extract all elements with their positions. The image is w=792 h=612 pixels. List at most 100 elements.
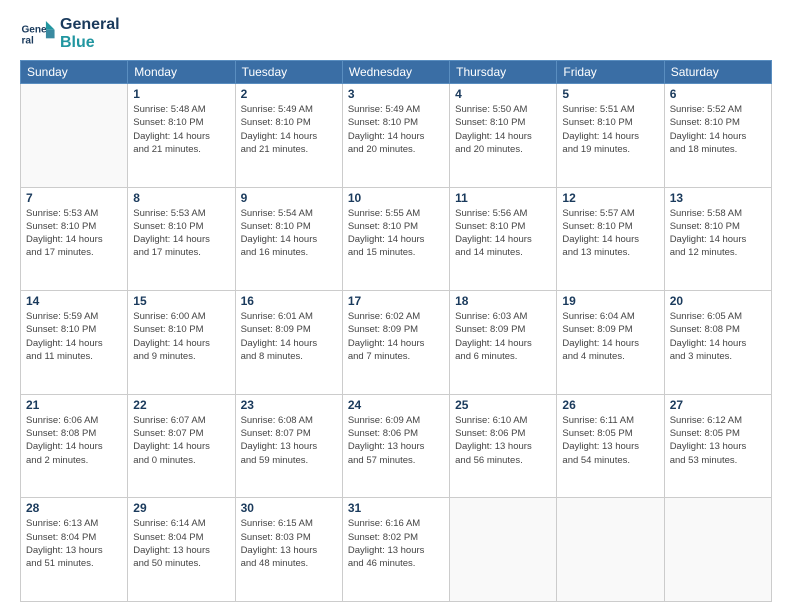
day-number: 10 [348,191,444,205]
calendar-cell: 30 Sunrise: 6:15 AM Sunset: 8:03 PM Dayli… [235,498,342,602]
day-info: Sunrise: 5:53 AM Sunset: 8:10 PM Dayligh… [133,207,229,260]
weekday-header: Tuesday [235,61,342,84]
calendar-cell: 20 Sunrise: 6:05 AM Sunset: 8:08 PM Dayli… [664,291,771,395]
day-info: Sunrise: 5:49 AM Sunset: 8:10 PM Dayligh… [241,103,337,156]
weekday-header: Sunday [21,61,128,84]
day-number: 12 [562,191,658,205]
calendar-cell: 24 Sunrise: 6:09 AM Sunset: 8:06 PM Dayli… [342,394,449,498]
calendar-cell: 27 Sunrise: 6:12 AM Sunset: 8:05 PM Dayli… [664,394,771,498]
day-number: 27 [670,398,766,412]
calendar-cell: 15Sunrise: 6:00 AM Sunset: 8:10 PM Dayli… [128,291,235,395]
calendar-cell: 14 Sunrise: 5:59 AM Sunset: 8:10 PM Dayli… [21,291,128,395]
day-number: 17 [348,294,444,308]
calendar-week-row: 28 Sunrise: 6:13 AM Sunset: 8:04 PM Dayli… [21,498,772,602]
day-number: 20 [670,294,766,308]
day-info: Sunrise: 6:15 AM Sunset: 8:03 PM Dayligh… [241,517,337,570]
calendar-cell [557,498,664,602]
day-number: 3 [348,87,444,101]
calendar-cell: 2 Sunrise: 5:49 AM Sunset: 8:10 PM Daylig… [235,84,342,188]
calendar-cell: 4 Sunrise: 5:50 AM Sunset: 8:10 PM Daylig… [450,84,557,188]
day-number: 24 [348,398,444,412]
day-number: 26 [562,398,658,412]
day-number: 18 [455,294,551,308]
day-number: 2 [241,87,337,101]
day-info: Sunrise: 6:07 AM Sunset: 8:07 PM Dayligh… [133,414,229,467]
calendar-cell: 23Sunrise: 6:08 AM Sunset: 8:07 PM Dayli… [235,394,342,498]
day-info: Sunrise: 5:49 AM Sunset: 8:10 PM Dayligh… [348,103,444,156]
day-number: 16 [241,294,337,308]
day-info: Sunrise: 5:57 AM Sunset: 8:10 PM Dayligh… [562,207,658,260]
day-info: Sunrise: 6:04 AM Sunset: 8:09 PM Dayligh… [562,310,658,363]
svg-text:ral: ral [21,35,34,46]
calendar-cell: 8 Sunrise: 5:53 AM Sunset: 8:10 PM Daylig… [128,187,235,291]
day-info: Sunrise: 6:16 AM Sunset: 8:02 PM Dayligh… [348,517,444,570]
calendar-cell: 11 Sunrise: 5:56 AM Sunset: 8:10 PM Dayli… [450,187,557,291]
calendar-table: SundayMondayTuesdayWednesdayThursdayFrid… [20,60,772,602]
day-info: Sunrise: 5:54 AM Sunset: 8:10 PM Dayligh… [241,207,337,260]
day-number: 22 [133,398,229,412]
weekday-header: Friday [557,61,664,84]
weekday-header: Saturday [664,61,771,84]
day-info: Sunrise: 6:12 AM Sunset: 8:05 PM Dayligh… [670,414,766,467]
calendar-cell: 1Sunrise: 5:48 AM Sunset: 8:10 PM Daylig… [128,84,235,188]
day-info: Sunrise: 5:52 AM Sunset: 8:10 PM Dayligh… [670,103,766,156]
calendar-header-row: SundayMondayTuesdayWednesdayThursdayFrid… [21,61,772,84]
day-info: Sunrise: 6:02 AM Sunset: 8:09 PM Dayligh… [348,310,444,363]
day-number: 21 [26,398,122,412]
header: Gene ral General Blue [20,16,772,52]
weekday-header: Thursday [450,61,557,84]
day-info: Sunrise: 5:50 AM Sunset: 8:10 PM Dayligh… [455,103,551,156]
calendar-cell: 13 Sunrise: 5:58 AM Sunset: 8:10 PM Dayli… [664,187,771,291]
day-info: Sunrise: 5:59 AM Sunset: 8:10 PM Dayligh… [26,310,122,363]
svg-text:Gene: Gene [21,25,47,36]
day-number: 11 [455,191,551,205]
day-info: Sunrise: 6:14 AM Sunset: 8:04 PM Dayligh… [133,517,229,570]
calendar-cell: 9 Sunrise: 5:54 AM Sunset: 8:10 PM Daylig… [235,187,342,291]
logo: Gene ral General Blue [20,16,120,52]
day-info: Sunrise: 6:05 AM Sunset: 8:08 PM Dayligh… [670,310,766,363]
day-info: Sunrise: 5:51 AM Sunset: 8:10 PM Dayligh… [562,103,658,156]
day-number: 14 [26,294,122,308]
calendar-cell: 18Sunrise: 6:03 AM Sunset: 8:09 PM Dayli… [450,291,557,395]
day-number: 28 [26,501,122,515]
day-number: 9 [241,191,337,205]
page: Gene ral General Blue SundayMondayTuesda… [0,0,792,612]
day-info: Sunrise: 6:01 AM Sunset: 8:09 PM Dayligh… [241,310,337,363]
calendar-week-row: 21 Sunrise: 6:06 AM Sunset: 8:08 PM Dayli… [21,394,772,498]
day-number: 30 [241,501,337,515]
calendar-cell: 28 Sunrise: 6:13 AM Sunset: 8:04 PM Dayli… [21,498,128,602]
day-number: 13 [670,191,766,205]
calendar-cell: 29 Sunrise: 6:14 AM Sunset: 8:04 PM Dayli… [128,498,235,602]
calendar-cell: 6 Sunrise: 5:52 AM Sunset: 8:10 PM Daylig… [664,84,771,188]
calendar-cell: 22 Sunrise: 6:07 AM Sunset: 8:07 PM Dayli… [128,394,235,498]
logo-wordmark: General Blue [60,16,120,51]
day-number: 4 [455,87,551,101]
day-info: Sunrise: 6:13 AM Sunset: 8:04 PM Dayligh… [26,517,122,570]
calendar-cell: 19 Sunrise: 6:04 AM Sunset: 8:09 PM Dayli… [557,291,664,395]
calendar-cell: 7Sunrise: 5:53 AM Sunset: 8:10 PM Daylig… [21,187,128,291]
weekday-header: Monday [128,61,235,84]
day-number: 8 [133,191,229,205]
day-number: 6 [670,87,766,101]
calendar-cell: 5 Sunrise: 5:51 AM Sunset: 8:10 PM Daylig… [557,84,664,188]
calendar-cell: 31 Sunrise: 6:16 AM Sunset: 8:02 PM Dayli… [342,498,449,602]
calendar-cell [21,84,128,188]
calendar-cell: 25Sunrise: 6:10 AM Sunset: 8:06 PM Dayli… [450,394,557,498]
day-info: Sunrise: 6:06 AM Sunset: 8:08 PM Dayligh… [26,414,122,467]
calendar-cell: 16 Sunrise: 6:01 AM Sunset: 8:09 PM Dayli… [235,291,342,395]
day-number: 29 [133,501,229,515]
day-number: 15 [133,294,229,308]
calendar-cell [664,498,771,602]
day-number: 5 [562,87,658,101]
day-info: Sunrise: 5:53 AM Sunset: 8:10 PM Dayligh… [26,207,122,260]
weekday-header: Wednesday [342,61,449,84]
day-number: 31 [348,501,444,515]
calendar-week-row: 7Sunrise: 5:53 AM Sunset: 8:10 PM Daylig… [21,187,772,291]
day-info: Sunrise: 5:56 AM Sunset: 8:10 PM Dayligh… [455,207,551,260]
day-number: 19 [562,294,658,308]
calendar-cell: 3 Sunrise: 5:49 AM Sunset: 8:10 PM Daylig… [342,84,449,188]
logo-svg: Gene ral [20,16,56,52]
calendar-cell: 21 Sunrise: 6:06 AM Sunset: 8:08 PM Dayli… [21,394,128,498]
day-info: Sunrise: 6:09 AM Sunset: 8:06 PM Dayligh… [348,414,444,467]
day-info: Sunrise: 5:58 AM Sunset: 8:10 PM Dayligh… [670,207,766,260]
